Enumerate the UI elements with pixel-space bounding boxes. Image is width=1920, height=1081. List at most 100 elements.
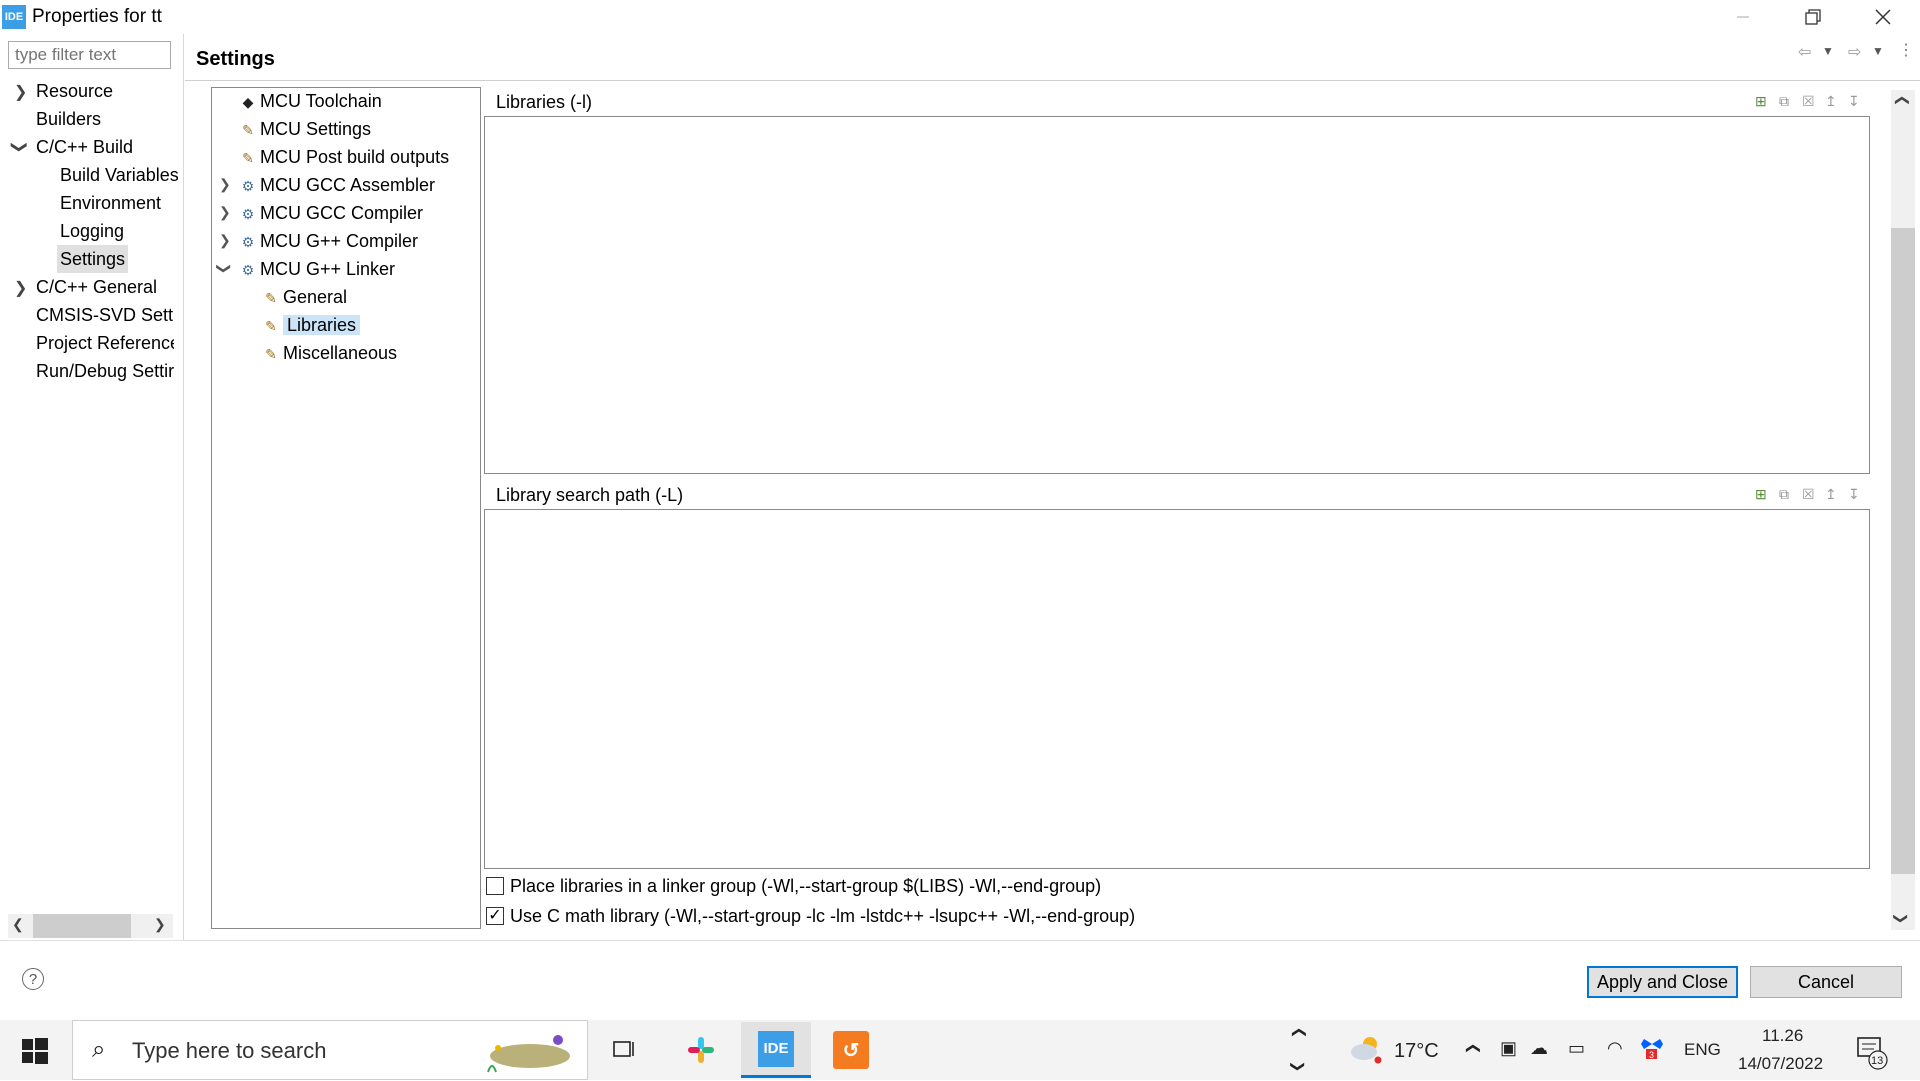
view-menu-icon[interactable]: ⋮ [1898,40,1914,60]
nav-item-build-variables[interactable]: Build Variables [60,161,179,189]
language-indicator[interactable]: ENG [1684,1040,1721,1060]
nav-item-cpp-build[interactable]: C/C++ Build [36,133,133,161]
apply-and-close-button[interactable]: Apply and Close [1587,966,1738,998]
move-up-icon[interactable]: ↥ [1825,486,1837,503]
move-up-icon[interactable]: ↥ [1825,93,1837,110]
chevron-right-icon[interactable]: ❯ [219,176,231,193]
chevron-right-icon[interactable]: ❯ [219,204,231,221]
nav-item-settings[interactable]: Settings [57,245,129,273]
weather-temperature[interactable]: 17°C [1394,1040,1439,1063]
tool-gear-icon: ⚙ [241,262,255,278]
tree-item-label: MCU G++ Compiler [260,231,419,251]
scroll-left-icon[interactable]: ❮ [12,916,24,933]
linker-group-checkbox[interactable] [486,877,504,895]
pdf-app-icon[interactable]: ↺ [828,1027,874,1073]
tray-up-icon[interactable]: ❯ [1289,1027,1306,1039]
option-icon: ✎ [265,346,277,362]
tree-item-gpp-linker[interactable]: ⚙ MCU G++ Linker [240,256,395,282]
tree-item-linker-misc[interactable]: ✎ Miscellaneous [263,340,397,366]
nav-item-run-debug[interactable]: Run/Debug Settir [36,357,174,385]
battery-icon[interactable]: ▭ [1568,1038,1585,1059]
chevron-down-icon[interactable]: ❯ [10,140,30,153]
nav-item-cmsis-svd[interactable]: CMSIS-SVD Settir [36,301,174,329]
nav-item-cpp-general[interactable]: C/C++ General [36,273,157,301]
tree-item-label: MCU GCC Compiler [260,203,424,223]
nav-scroll-thumb[interactable] [33,914,131,938]
tree-item-post-build[interactable]: ✎ MCU Post build outputs [240,144,449,170]
tool-settings-tree: ◆ MCU Toolchain ✎ MCU Settings ✎ MCU Post b… [211,87,481,929]
filter-input[interactable] [8,41,171,69]
page-title: Settings [196,48,275,70]
clock-time[interactable]: 11.26 [1762,1026,1803,1046]
tree-item-gpp-compiler[interactable]: ⚙ MCU G++ Compiler [240,228,418,254]
forward-icon[interactable]: ⇨ [1848,42,1861,62]
nav-item-project-references[interactable]: Project References [36,329,174,357]
tree-item-mcu-toolchain[interactable]: ◆ MCU Toolchain [240,88,382,114]
tool-gear-icon: ⚙ [241,178,255,194]
math-lib-checkbox[interactable]: ✓ [486,907,504,925]
slack-icon[interactable] [678,1027,724,1073]
ide-taskbar-button[interactable]: IDE [741,1022,811,1078]
onedrive-icon[interactable]: ☁ [1530,1038,1548,1059]
tree-item-label: Libraries [283,315,361,335]
restore-button[interactable] [1778,0,1848,34]
tray-down-icon[interactable]: ❯ [1289,1061,1306,1073]
settings-scroll-thumb[interactable] [1891,228,1915,874]
forward-dropdown-icon[interactable]: ▼ [1872,44,1884,58]
nav-item-logging[interactable]: Logging [60,217,124,245]
task-view-icon[interactable] [601,1027,647,1073]
tree-item-linker-libraries[interactable]: ✎ Libraries [263,312,361,338]
move-down-icon[interactable]: ↧ [1848,93,1860,110]
tree-item-linker-general[interactable]: ✎ General [263,284,347,310]
delete-icon[interactable]: ☒ [1802,486,1815,503]
title-bar [0,0,1920,34]
pane-divider[interactable] [183,34,184,940]
taskbar-search-placeholder[interactable]: Type here to search [132,1038,326,1064]
add-workspace-icon[interactable]: ⧉ [1779,486,1789,503]
dropbox-icon[interactable]: 3 [1640,1035,1664,1066]
search-path-panel-label: Library search path (-L) [496,485,684,505]
close-button[interactable] [1848,0,1918,34]
search-highlight-icon [478,1028,578,1076]
chevron-right-icon[interactable]: ❯ [14,278,27,298]
footer-divider [0,940,1920,941]
add-icon[interactable]: ⊞ [1755,486,1767,503]
close-icon [1875,9,1891,25]
search-path-list[interactable] [484,509,1870,869]
tree-item-label: General [283,287,348,307]
tree-item-gcc-compiler[interactable]: ⚙ MCU GCC Compiler [240,200,423,226]
tree-item-label: MCU G++ Linker [260,259,396,279]
add-workspace-icon[interactable]: ⧉ [1779,93,1789,110]
help-icon[interactable]: ? [22,968,44,990]
libraries-list[interactable] [484,116,1870,474]
chevron-right-icon[interactable]: ❯ [14,82,27,102]
scroll-right-icon[interactable]: ❯ [154,916,166,933]
back-dropdown-icon[interactable]: ▼ [1822,44,1834,58]
move-down-icon[interactable]: ↧ [1848,486,1860,503]
chevron-right-icon[interactable]: ❯ [219,232,231,249]
show-hidden-icons-icon[interactable]: ❯ [1463,1043,1480,1055]
weather-icon[interactable] [1348,1034,1382,1071]
notification-icon[interactable]: 13 [1856,1036,1888,1075]
tree-item-label: MCU Toolchain [260,91,382,111]
nav-item-builders[interactable]: Builders [36,105,101,133]
tree-item-mcu-settings[interactable]: ✎ MCU Settings [240,116,371,142]
wifi-icon[interactable]: ◠ [1607,1038,1623,1059]
clock-date[interactable]: 14/07/2022 [1738,1054,1823,1074]
chevron-down-icon[interactable]: ❯ [215,263,232,275]
header-divider [185,80,1920,81]
tree-item-gcc-assembler[interactable]: ⚙ MCU GCC Assembler [240,172,435,198]
delete-icon[interactable]: ☒ [1802,93,1815,110]
nav-item-environment[interactable]: Environment [60,189,161,217]
nav-item-resource[interactable]: Resource [36,77,113,105]
scroll-down-icon[interactable]: ❯ [1892,913,1909,925]
back-icon[interactable]: ⇦ [1798,42,1811,62]
meet-now-icon[interactable]: ▣ [1500,1038,1517,1059]
minimize-button[interactable] [1708,0,1778,34]
window-title: Properties for tt [32,6,162,27]
option-icon: ✎ [265,290,277,306]
cancel-button[interactable]: Cancel [1750,966,1902,998]
scroll-up-icon[interactable]: ❯ [1892,95,1909,107]
add-icon[interactable]: ⊞ [1755,93,1767,110]
windows-start-button[interactable] [22,1038,48,1069]
